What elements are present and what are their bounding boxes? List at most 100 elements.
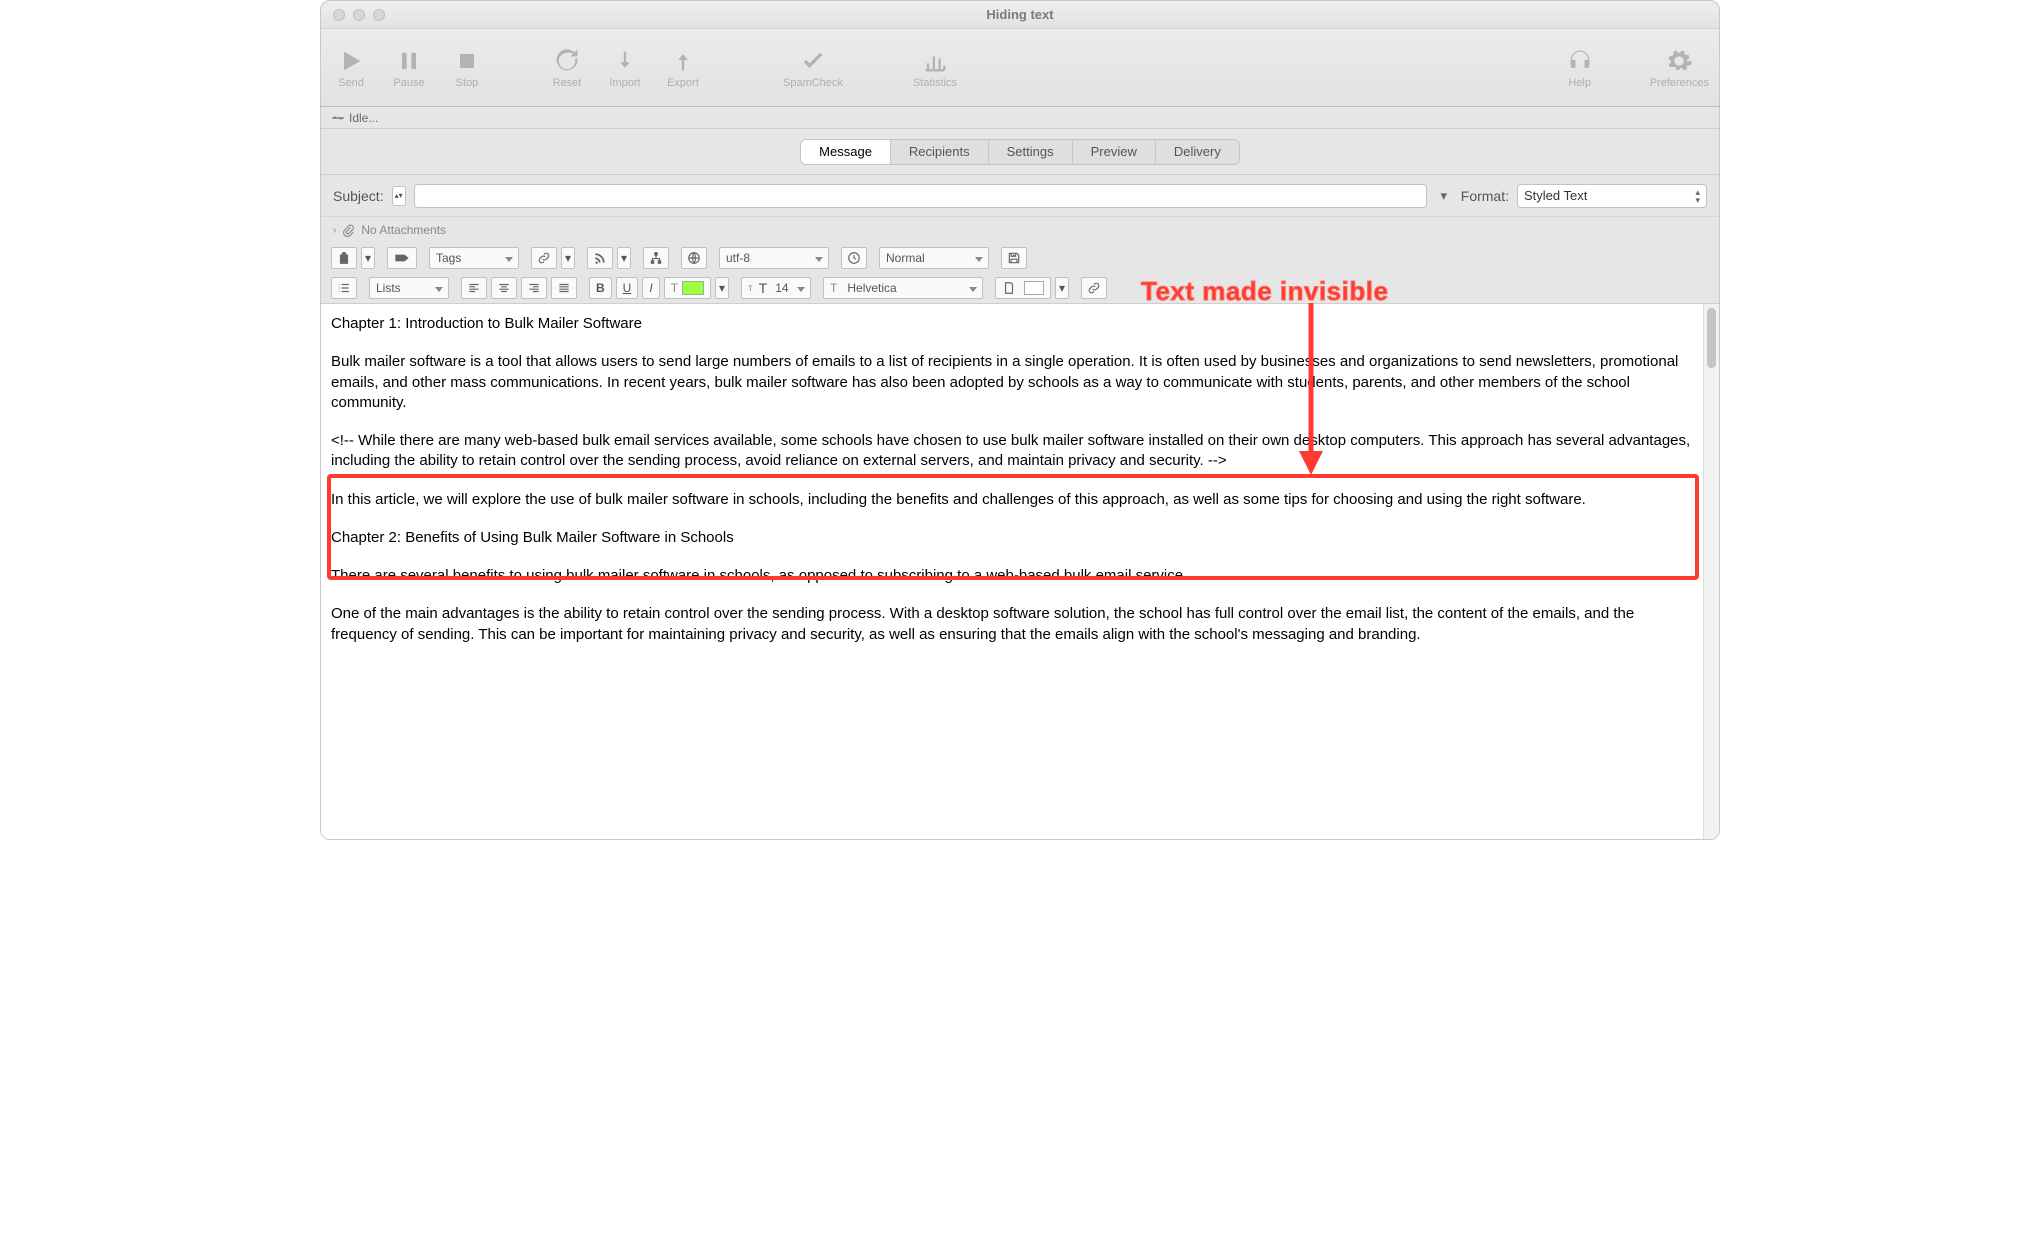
encoding-value: utf-8 <box>726 251 750 265</box>
fontfamily-glyph: T <box>830 281 837 295</box>
attachments-row[interactable]: › No Attachments <box>321 217 1719 243</box>
priority-dropdown[interactable]: Normal <box>879 247 989 269</box>
underline-button[interactable]: U <box>616 277 639 299</box>
fontsize-value: 14 <box>775 281 788 295</box>
send-label: Send <box>338 77 364 89</box>
insert-link-button[interactable] <box>1081 277 1107 299</box>
schedule-button[interactable] <box>841 247 867 269</box>
fontfamily-value: Helvetica <box>847 281 896 295</box>
save-draft-button[interactable] <box>1001 247 1027 269</box>
lists-dropdown[interactable]: Lists <box>369 277 449 299</box>
stop-button[interactable]: Stop <box>447 47 487 89</box>
tab-delivery[interactable]: Delivery <box>1156 140 1239 164</box>
font-size-dropdown[interactable]: т T 14 <box>741 277 811 299</box>
doc-paragraph: Chapter 1: Introduction to Bulk Mailer S… <box>331 314 1693 334</box>
subject-input[interactable] <box>414 184 1427 208</box>
textcolor-letter: T <box>671 281 678 295</box>
format-select[interactable]: Styled Text ▴▾ <box>1517 184 1707 208</box>
paperclip-icon <box>342 224 355 237</box>
help-button[interactable]: Help <box>1560 47 1600 89</box>
tabs-row: Message Recipients Settings Preview Deli… <box>321 129 1719 175</box>
align-left-button[interactable] <box>461 277 487 299</box>
tab-message[interactable]: Message <box>801 140 891 164</box>
statistics-button[interactable]: Statistics <box>913 47 957 89</box>
arrow-up-icon <box>669 47 697 75</box>
align-right-icon <box>527 281 541 295</box>
tab-recipients[interactable]: Recipients <box>891 140 989 164</box>
reset-button[interactable]: Reset <box>547 47 587 89</box>
tag-icon <box>394 251 410 265</box>
link-icon <box>1087 281 1101 295</box>
align-left-icon <box>467 281 481 295</box>
doc-paragraph: <!-- While there are many web-based bulk… <box>331 431 1693 472</box>
text-color-menu[interactable]: ▾ <box>715 277 729 299</box>
bold-button[interactable]: B <box>589 277 612 299</box>
globe-icon <box>687 251 701 265</box>
export-button[interactable]: Export <box>663 47 703 89</box>
format-value: Styled Text <box>1524 188 1587 203</box>
doc-paragraph: One of the main advantages is the abilit… <box>331 604 1693 645</box>
vertical-scrollbar[interactable] <box>1703 304 1719 839</box>
align-center-button[interactable] <box>491 277 517 299</box>
spamcheck-button[interactable]: SpamCheck <box>783 47 843 89</box>
spamcheck-label: SpamCheck <box>783 77 843 89</box>
tag-button[interactable] <box>387 247 417 269</box>
main-toolbar: Send Pause Stop Reset Import E <box>321 29 1719 107</box>
clipboard-button[interactable] <box>331 247 357 269</box>
clipboard-menu[interactable]: ▾ <box>361 247 375 269</box>
document-color-button[interactable] <box>995 277 1051 299</box>
pause-icon <box>395 47 423 75</box>
attachments-label: No Attachments <box>361 223 446 237</box>
subject-dropdown[interactable]: ▾ <box>1435 188 1453 204</box>
rss-menu[interactable]: ▾ <box>617 247 631 269</box>
rss-button[interactable] <box>587 247 613 269</box>
align-justify-icon <box>557 281 571 295</box>
stop-label: Stop <box>456 77 479 89</box>
italic-button[interactable]: I <box>642 277 659 299</box>
chart-icon <box>921 47 949 75</box>
status-bar: Idle... <box>321 107 1719 129</box>
link-button[interactable] <box>531 247 557 269</box>
link-menu[interactable]: ▾ <box>561 247 575 269</box>
compose-tabs: Message Recipients Settings Preview Deli… <box>800 139 1240 165</box>
subject-label: Subject: <box>333 188 384 204</box>
doc-paragraph: In this article, we will explore the use… <box>331 490 1693 510</box>
import-button[interactable]: Import <box>605 47 645 89</box>
play-icon <box>337 47 365 75</box>
format-label: Format: <box>1461 188 1509 204</box>
tab-preview[interactable]: Preview <box>1073 140 1156 164</box>
formatting-row-1: ▾ Tags ▾ ▾ <box>321 243 1719 273</box>
help-label: Help <box>1568 77 1591 89</box>
doc-paragraph: Chapter 2: Benefits of Using Bulk Mailer… <box>331 528 1693 548</box>
message-body[interactable]: Chapter 1: Introduction to Bulk Mailer S… <box>321 304 1703 839</box>
font-family-dropdown[interactable]: T Helvetica <box>823 277 983 299</box>
formatting-toolbars: ▾ Tags ▾ ▾ <box>321 243 1719 304</box>
import-label: Import <box>609 77 640 89</box>
doc-paragraph: Bulk mailer software is a tool that allo… <box>331 352 1693 413</box>
preferences-button[interactable]: Preferences <box>1650 47 1709 89</box>
fontsize-glyph: т <box>748 283 753 294</box>
clock-icon <box>847 251 861 265</box>
refresh-icon <box>553 47 581 75</box>
fontsize-glyph2: T <box>759 280 768 296</box>
pause-button[interactable]: Pause <box>389 47 429 89</box>
bullet-list-button[interactable] <box>331 277 357 299</box>
window-title: Hiding text <box>321 7 1719 22</box>
tags-dropdown[interactable]: Tags <box>429 247 519 269</box>
subject-history-stepper[interactable]: ▴▾ <box>392 186 406 206</box>
check-icon <box>799 47 827 75</box>
tab-settings[interactable]: Settings <box>989 140 1073 164</box>
scrollbar-thumb[interactable] <box>1707 308 1716 368</box>
align-justify-button[interactable] <box>551 277 577 299</box>
send-button[interactable]: Send <box>331 47 371 89</box>
align-right-button[interactable] <box>521 277 547 299</box>
preferences-label: Preferences <box>1650 77 1709 89</box>
text-color-button[interactable]: T <box>664 277 711 299</box>
document-color-menu[interactable]: ▾ <box>1055 277 1069 299</box>
connection-icon <box>331 111 345 125</box>
align-center-icon <box>497 281 511 295</box>
globe-button[interactable] <box>681 247 707 269</box>
encoding-dropdown[interactable]: utf-8 <box>719 247 829 269</box>
sitemap-button[interactable] <box>643 247 669 269</box>
export-label: Export <box>667 77 699 89</box>
